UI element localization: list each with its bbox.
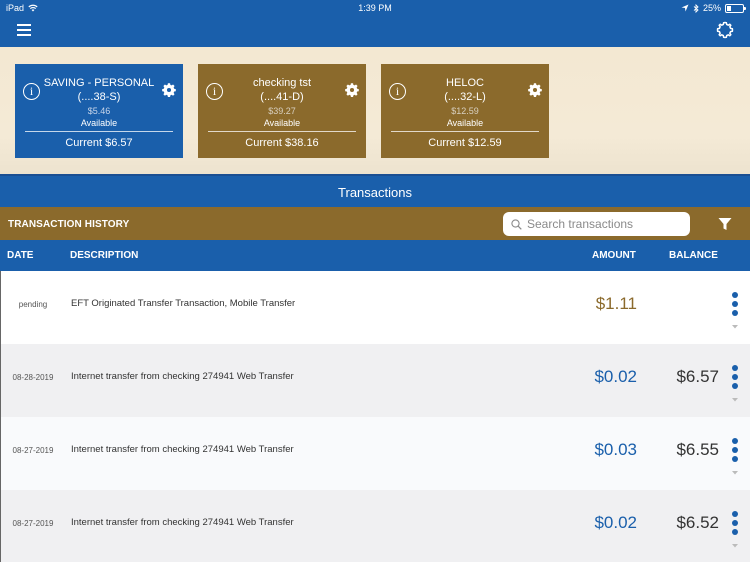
transaction-balance: $6.52 (676, 513, 719, 532)
top-bar: iPad 1:39 PM 25% (0, 0, 750, 47)
transaction-description: EFT Originated Transfer Transaction, Mob… (71, 298, 296, 309)
available-amount: $5.46 (87, 106, 111, 116)
search-input[interactable] (527, 217, 677, 231)
transaction-amount: $0.03 (594, 440, 637, 459)
more-options-icon[interactable] (730, 511, 740, 537)
transaction-date: 08-27-2019 (12, 446, 54, 455)
hamburger-menu-icon[interactable] (17, 24, 31, 36)
more-options-icon[interactable] (730, 438, 740, 464)
transaction-history-label: TRANSACTION HISTORY (8, 219, 130, 230)
transaction-row[interactable]: 08-27-2019 Internet transfer from checki… (0, 490, 750, 562)
transaction-history-bar: TRANSACTION HISTORY (0, 207, 750, 240)
location-icon (681, 4, 689, 12)
available-label: Available (80, 118, 118, 128)
clock: 1:39 PM (358, 3, 392, 13)
filter-icon[interactable] (718, 217, 732, 231)
search-box[interactable] (503, 212, 690, 236)
transaction-row[interactable]: pending EFT Originated Transfer Transact… (0, 271, 750, 344)
transaction-row[interactable]: 08-27-2019 Internet transfer from checki… (0, 417, 750, 490)
divider (208, 131, 356, 132)
transaction-amount: $0.02 (594, 367, 637, 386)
transaction-balance: $6.57 (676, 367, 719, 386)
expand-chevron-icon[interactable] (730, 470, 740, 476)
column-header-date[interactable]: DATE (7, 250, 33, 261)
more-options-icon[interactable] (730, 292, 740, 318)
divider (391, 131, 539, 132)
expand-chevron-icon[interactable] (730, 543, 740, 549)
transaction-amount: $0.02 (594, 513, 637, 532)
account-card-saving[interactable]: i SAVING - PERSONAL (....38-S) $5.46 Avai… (15, 64, 183, 158)
transactions-title: Transactions (0, 174, 750, 207)
expand-chevron-icon[interactable] (730, 397, 740, 403)
account-card-checking[interactable]: i checking tst (....41-D) $39.27 Availabl… (198, 64, 366, 158)
account-settings-gear-icon[interactable] (528, 83, 542, 97)
account-card-heloc[interactable]: i HELOC (....32-L) $12.59 Available Curre… (381, 64, 549, 158)
transaction-amount: $1.11 (595, 294, 637, 313)
available-label: Available (446, 118, 484, 128)
available-amount: $39.27 (268, 106, 296, 116)
gear-icon[interactable] (716, 21, 734, 39)
column-header-description[interactable]: DESCRIPTION (70, 250, 138, 261)
expand-chevron-icon[interactable] (730, 324, 740, 330)
search-icon (511, 218, 522, 230)
transaction-balance: $6.55 (676, 440, 719, 459)
transaction-date: 08-27-2019 (12, 519, 54, 528)
column-header-balance[interactable]: BALANCE (669, 250, 718, 261)
current-balance: Current $12.59 (428, 137, 502, 149)
account-name: HELOC (....32-L) (444, 77, 486, 103)
info-icon[interactable]: i (389, 83, 406, 100)
transaction-description: Internet transfer from checking 274941 W… (71, 444, 294, 455)
available-amount: $12.59 (451, 106, 479, 116)
bluetooth-icon (693, 3, 699, 13)
current-balance: Current $6.57 (65, 137, 133, 149)
divider (25, 131, 173, 132)
transaction-date: 08-28-2019 (12, 373, 54, 382)
transaction-description: Internet transfer from checking 274941 W… (71, 517, 294, 528)
account-name: SAVING - PERSONAL (....38-S) (43, 77, 155, 103)
transaction-row[interactable]: 08-28-2019 Internet transfer from checki… (0, 344, 750, 417)
column-headers: DATE DESCRIPTION AMOUNT BALANCE (0, 240, 750, 271)
account-settings-gear-icon[interactable] (162, 83, 176, 97)
battery-icon (725, 3, 746, 13)
more-options-icon[interactable] (730, 365, 740, 391)
current-balance: Current $38.16 (245, 137, 319, 149)
battery-level (727, 5, 731, 11)
account-settings-gear-icon[interactable] (345, 83, 359, 97)
transaction-description: Internet transfer from checking 274941 W… (71, 371, 294, 382)
column-header-amount[interactable]: AMOUNT (592, 250, 636, 261)
transaction-date: pending (18, 300, 48, 309)
transaction-list: pending EFT Originated Transfer Transact… (0, 271, 750, 562)
battery-percent: 25% (702, 3, 721, 13)
status-bar: iPad 1:39 PM 25% (0, 0, 750, 16)
available-label: Available (263, 118, 301, 128)
account-name: checking tst (....41-D) (252, 77, 312, 103)
info-icon[interactable]: i (23, 83, 40, 100)
info-icon[interactable]: i (206, 83, 223, 100)
accounts-strip: i SAVING - PERSONAL (....38-S) $5.46 Avai… (0, 47, 750, 174)
